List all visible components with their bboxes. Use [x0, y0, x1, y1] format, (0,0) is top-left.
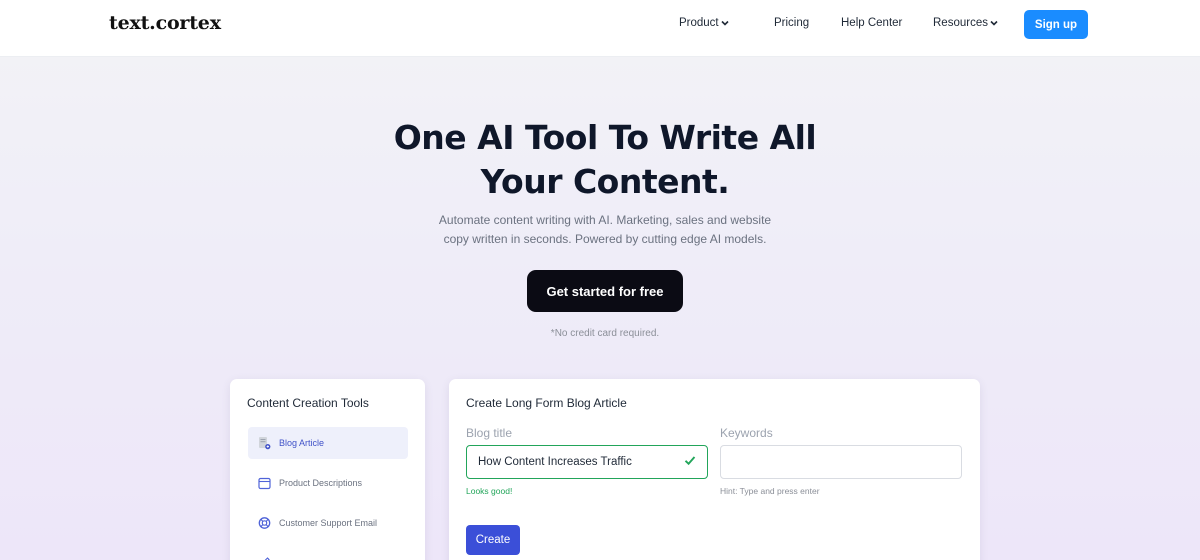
chevron-down-icon: [721, 19, 729, 28]
blog-title-input-value: How Content Increases Traffic: [478, 456, 632, 468]
navbar: text.cortex Product Pricing Help Center …: [0, 0, 1200, 57]
nav-resources[interactable]: Resources: [933, 17, 998, 29]
lifebuoy-icon: [258, 516, 271, 530]
nav-product[interactable]: Product: [679, 17, 729, 29]
tool-item-product-descriptions[interactable]: Product Descriptions: [248, 467, 408, 499]
hero-subtitle-line-2: copy written in seconds. Powered by cutt…: [443, 232, 767, 246]
tool-item-label: Product Descriptions: [279, 478, 363, 488]
pen-icon: [258, 556, 271, 560]
no-credit-card-note: *No credit card required.: [550, 328, 660, 339]
nav-product-label: Product: [679, 17, 719, 29]
tool-item-more[interactable]: [248, 547, 408, 560]
nav-help-center-label: Help Center: [841, 17, 903, 29]
blog-title-input[interactable]: How Content Increases Traffic: [466, 445, 708, 479]
logo[interactable]: text.cortex: [109, 12, 221, 34]
keywords-input[interactable]: [720, 445, 962, 479]
nav-resources-label: Resources: [933, 17, 988, 29]
get-started-button[interactable]: Get started for free: [527, 270, 683, 312]
hero-title-line-1: One AI Tool To Write All: [393, 118, 817, 157]
nav-pricing-label: Pricing: [774, 17, 810, 29]
box-icon: [258, 476, 271, 490]
nav-pricing[interactable]: Pricing: [774, 17, 809, 29]
chevron-down-icon: [990, 19, 998, 28]
content-tools-card: Content Creation Tools Blog Article Prod…: [230, 379, 425, 560]
create-button[interactable]: Create: [466, 525, 520, 555]
hero-subtitle: Automate content writing with AI. Market…: [0, 211, 1200, 249]
nav-help-center[interactable]: Help Center: [841, 17, 902, 29]
tool-item-label: Customer Support Email: [279, 518, 378, 528]
hero-subtitle-line-1: Automate content writing with AI. Market…: [438, 213, 772, 227]
form-card-title: Create Long Form Blog Article: [466, 396, 627, 410]
hero-title: One AI Tool To Write All Your Content.: [0, 116, 1200, 204]
keywords-label: Keywords: [720, 426, 773, 440]
blog-title-valid-message: Looks good!: [466, 486, 513, 496]
keywords-hint: Hint: Type and press enter: [720, 486, 820, 496]
signup-button[interactable]: Sign up: [1024, 10, 1088, 39]
tools-card-title: Content Creation Tools: [247, 396, 369, 410]
tool-item-customer-support-email[interactable]: Customer Support Email: [248, 507, 408, 539]
document-icon: [258, 436, 271, 450]
tool-item-label: Blog Article: [279, 438, 325, 448]
blog-title-label: Blog title: [466, 426, 513, 440]
hero-title-line-2: Your Content.: [480, 162, 730, 201]
tool-item-blog-article[interactable]: Blog Article: [248, 427, 408, 459]
checkmark-icon: [684, 455, 696, 469]
